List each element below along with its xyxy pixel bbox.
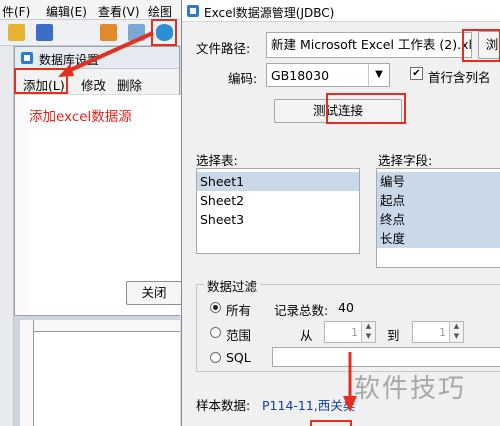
table-list[interactable]: Sheet1 Sheet2 Sheet3 xyxy=(196,168,360,254)
highlight-ok-button xyxy=(310,420,352,426)
record-total-label: 记录总数: xyxy=(274,303,329,318)
decrement-icon[interactable]: ▼ xyxy=(449,332,463,342)
arrow-head-left xyxy=(58,64,74,77)
decrement-icon[interactable]: ▼ xyxy=(361,332,375,342)
app-logo-icon xyxy=(187,5,199,17)
filter-title: 数据过滤 xyxy=(204,276,261,295)
table-item-sheet1[interactable]: Sheet1 xyxy=(197,172,359,191)
file-path-label: 文件路径: xyxy=(196,41,251,56)
increment-icon[interactable]: ▲ xyxy=(361,322,375,332)
from-label: 从 xyxy=(300,328,313,343)
excel-datasource-dialog: Excel数据源管理(JDBC) 文件路径: 新建 Microsoft Exce… xyxy=(181,0,500,426)
table-item-sheet3[interactable]: Sheet3 xyxy=(197,210,359,229)
to-value: 1 xyxy=(439,326,446,339)
arrow-line-left xyxy=(65,31,154,74)
select-table-label: 选择表: xyxy=(196,153,238,168)
encoding-label: 编码: xyxy=(228,71,258,86)
to-label: 到 xyxy=(387,328,400,343)
from-value: 1 xyxy=(351,326,358,339)
header-row-label: 首行含列名 xyxy=(428,70,491,85)
field-item[interactable]: 编号 xyxy=(377,172,500,191)
filter-all-radio[interactable] xyxy=(210,302,221,313)
encoding-value: GB18030 xyxy=(271,68,330,83)
chevron-down-icon[interactable]: ▼ xyxy=(368,64,389,86)
jdbc-titlebar: Excel数据源管理(JDBC) xyxy=(182,0,500,22)
highlight-test-button xyxy=(326,93,406,124)
from-stepper[interactable]: 1 ▲ ▼ xyxy=(324,321,376,343)
increment-icon[interactable]: ▲ xyxy=(449,322,463,332)
filter-all-label: 所有 xyxy=(226,303,252,318)
sql-input[interactable] xyxy=(272,347,500,367)
filter-sql-label: SQL xyxy=(226,350,251,365)
field-item[interactable]: 长度 xyxy=(377,229,500,248)
filter-range-label: 范围 xyxy=(226,328,252,343)
highlight-browse-button xyxy=(462,29,500,62)
record-total-value: 40 xyxy=(338,300,354,315)
field-item[interactable]: 起点 xyxy=(377,191,500,210)
jdbc-title: Excel数据源管理(JDBC) xyxy=(204,6,335,20)
file-path-field[interactable]: 新建 Microsoft Excel 工作表 (2).xls xyxy=(266,32,472,58)
sample-label: 样本数据: xyxy=(196,398,251,413)
filter-range-radio[interactable] xyxy=(210,327,221,338)
header-row-checkbox[interactable]: ✔ xyxy=(410,67,423,80)
field-list[interactable]: 编号 起点 终点 长度 xyxy=(376,168,500,268)
filter-sql-radio[interactable] xyxy=(210,352,221,363)
to-stepper[interactable]: 1 ▲ ▼ xyxy=(412,321,464,343)
table-item-sheet2[interactable]: Sheet2 xyxy=(197,191,359,210)
watermark-text: 软件技巧 xyxy=(354,374,467,404)
select-fields-label: 选择字段: xyxy=(378,153,433,168)
encoding-select[interactable]: GB18030 ▼ xyxy=(266,63,390,87)
field-item[interactable]: 终点 xyxy=(377,210,500,229)
